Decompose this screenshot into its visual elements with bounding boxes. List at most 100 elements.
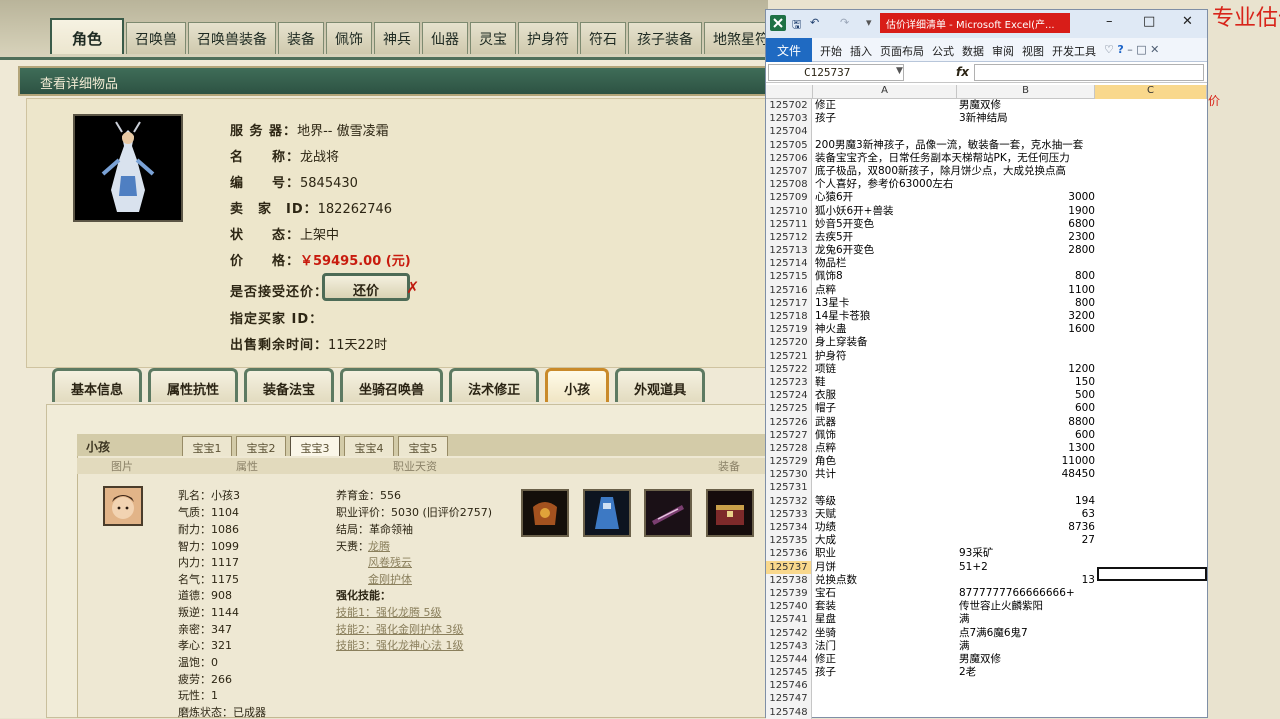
cell-a[interactable]: 修正 xyxy=(815,99,836,112)
tab-spirit-treasure[interactable]: 灵宝 xyxy=(470,22,517,54)
column-header-c[interactable]: C xyxy=(1095,85,1207,99)
row-number[interactable]: 125731 xyxy=(766,481,812,495)
cell-b[interactable]: 800 xyxy=(959,270,1095,283)
equip-slot[interactable] xyxy=(583,489,631,537)
cell-b[interactable]: 1600 xyxy=(959,323,1095,336)
tab-baby-3[interactable]: 宝宝3 xyxy=(290,436,340,456)
tab-appearance[interactable]: 外观道具 xyxy=(615,368,706,402)
ribbon-tab-home[interactable]: 开始 xyxy=(812,38,842,61)
ribbon-controls-icon[interactable]: ♡ ? – □ ✕ xyxy=(1096,38,1159,61)
quick-access-menu-icon[interactable]: ▾ xyxy=(866,16,872,29)
row-number[interactable]: 125706 xyxy=(766,151,812,165)
tab-role[interactable]: 角色 xyxy=(50,18,125,54)
row-number[interactable]: 125710 xyxy=(766,204,812,218)
cell-b[interactable]: 点7满6魔6鬼7 xyxy=(959,627,1095,640)
row-number[interactable]: 125705 xyxy=(766,138,812,152)
tab-divine-weapon[interactable]: 神兵 xyxy=(374,22,421,54)
cell-b[interactable]: 3200 xyxy=(959,310,1095,323)
cell-a[interactable]: 身上穿装备 xyxy=(815,336,868,349)
talent-link[interactable]: 龙腾 xyxy=(368,538,390,554)
tab-baby-4[interactable]: 宝宝4 xyxy=(344,436,394,456)
column-header-a[interactable]: A xyxy=(813,85,957,99)
row-number[interactable]: 125740 xyxy=(766,600,812,614)
tab-baby-1[interactable]: 宝宝1 xyxy=(182,436,232,456)
row-number[interactable]: 125736 xyxy=(766,547,812,561)
cell-a[interactable]: 共计 xyxy=(815,468,836,481)
tab-baby-5[interactable]: 宝宝5 xyxy=(398,436,448,456)
row-number[interactable]: 125713 xyxy=(766,244,812,258)
row-number[interactable]: 125720 xyxy=(766,336,812,350)
cell-b[interactable]: 600 xyxy=(959,429,1095,442)
ribbon-tab-page-layout[interactable]: 页面布局 xyxy=(872,38,924,61)
tab-amulet[interactable]: 护身符 xyxy=(518,22,579,54)
cell-b[interactable]: 2老 xyxy=(959,666,1095,679)
cell-a[interactable]: 佩饰 xyxy=(815,429,836,442)
cell-b[interactable]: 1900 xyxy=(959,205,1095,218)
ribbon-tab-review[interactable]: 审阅 xyxy=(984,38,1014,61)
row-number[interactable]: 125708 xyxy=(766,178,812,192)
cell-a[interactable]: 14星卡苍狼 xyxy=(815,310,870,323)
cell-b[interactable]: 1100 xyxy=(959,284,1095,297)
name-box-dropdown-icon[interactable]: ▼ xyxy=(896,66,903,76)
row-number[interactable]: 125709 xyxy=(766,191,812,205)
formula-input[interactable] xyxy=(974,64,1204,81)
cell-a[interactable]: 个人喜好，参考价63000左右 xyxy=(815,178,953,191)
cell-a[interactable]: 神火蛊 xyxy=(815,323,847,336)
cell-a[interactable]: 角色 xyxy=(815,455,836,468)
cell-b[interactable]: 满 xyxy=(959,640,1095,653)
row-number[interactable]: 125712 xyxy=(766,230,812,245)
cell-a[interactable]: 孩子 xyxy=(815,666,836,679)
column-header-b[interactable]: B xyxy=(957,85,1095,99)
cell-a[interactable]: 衣服 xyxy=(815,389,836,402)
skill-link[interactable]: 技能2：强化金刚护体 3级 xyxy=(336,621,464,637)
row-number[interactable]: 125719 xyxy=(766,323,812,337)
cell-b[interactable]: 男魔双修 xyxy=(959,99,1095,112)
row-number[interactable]: 125716 xyxy=(766,283,812,297)
row-number[interactable]: 125732 xyxy=(766,494,812,508)
cell-a[interactable]: 大成 xyxy=(815,534,836,547)
cell-b[interactable]: 51+2 xyxy=(959,561,1095,574)
cell-b[interactable]: 1200 xyxy=(959,363,1095,376)
row-number[interactable]: 125722 xyxy=(766,362,812,376)
tab-attributes[interactable]: 属性抗性 xyxy=(148,368,239,402)
cell-a[interactable]: 星盘 xyxy=(815,613,836,626)
cell-a[interactable]: 功绩 xyxy=(815,521,836,534)
cell-b[interactable]: 6800 xyxy=(959,218,1095,231)
selected-cell-c125737[interactable] xyxy=(1097,567,1207,581)
row-number[interactable]: 125702 xyxy=(766,99,812,113)
cell-b[interactable]: 3新神结局 xyxy=(959,112,1095,125)
cell-b[interactable]: 63 xyxy=(959,508,1095,521)
cell-b[interactable]: 8777777766666666+ xyxy=(959,587,1095,600)
cell-a[interactable]: 武器 xyxy=(815,416,836,429)
row-number[interactable]: 125739 xyxy=(766,586,812,601)
tab-accessory[interactable]: 佩饰 xyxy=(326,22,373,54)
tab-spell-correction[interactable]: 法术修正 xyxy=(449,368,540,402)
row-number[interactable]: 125715 xyxy=(766,270,812,284)
cell-b[interactable]: 2300 xyxy=(959,231,1095,244)
row-number[interactable]: 125727 xyxy=(766,428,812,442)
cell-a[interactable]: 点粹 xyxy=(815,284,836,297)
tab-baby-2[interactable]: 宝宝2 xyxy=(236,436,286,456)
row-number[interactable]: 125707 xyxy=(766,164,812,179)
cell-a[interactable]: 月饼 xyxy=(815,561,836,574)
cell-a[interactable]: 物品栏 xyxy=(815,257,847,270)
cell-b[interactable]: 2800 xyxy=(959,244,1095,257)
cell-a[interactable]: 点粹 xyxy=(815,442,836,455)
row-number[interactable]: 125729 xyxy=(766,455,812,469)
cell-b[interactable]: 93采矿 xyxy=(959,547,1095,560)
row-number[interactable]: 125726 xyxy=(766,415,812,429)
cell-b[interactable]: 8800 xyxy=(959,416,1095,429)
cell-b[interactable]: 1300 xyxy=(959,442,1095,455)
row-number[interactable]: 125721 xyxy=(766,349,812,363)
haggle-button[interactable]: 还价 xyxy=(322,273,410,301)
equip-slot[interactable] xyxy=(706,489,754,537)
cell-a[interactable]: 孩子 xyxy=(815,112,836,125)
row-number[interactable]: 125728 xyxy=(766,441,812,456)
cell-a[interactable]: 心猿6开 xyxy=(815,191,853,204)
row-number[interactable]: 125735 xyxy=(766,534,812,548)
tab-summon[interactable]: 召唤兽 xyxy=(126,22,187,54)
cell-b[interactable]: 150 xyxy=(959,376,1095,389)
row-number[interactable]: 125741 xyxy=(766,613,812,627)
cell-a[interactable]: 宝石 xyxy=(815,587,836,600)
tab-star-charm[interactable]: 地煞星符 xyxy=(704,22,768,54)
